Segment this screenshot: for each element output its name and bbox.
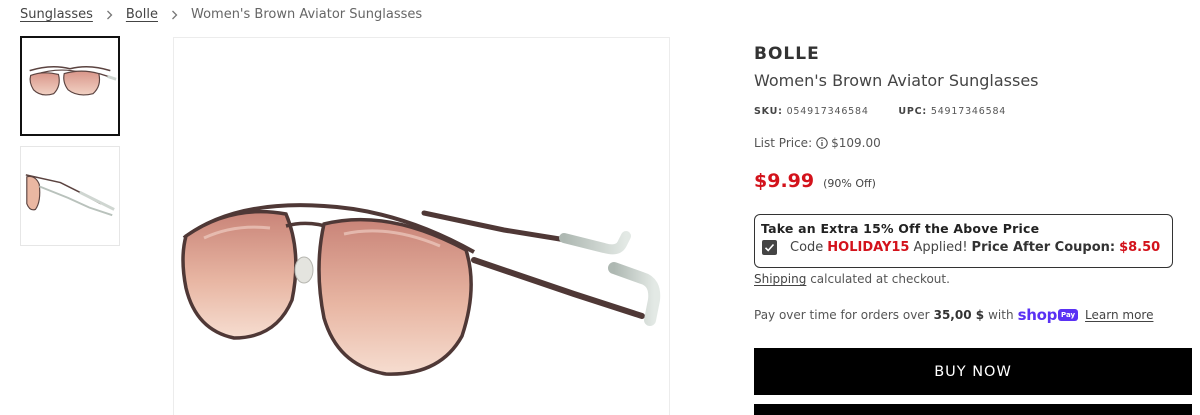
coupon-checkbox[interactable] [762, 240, 777, 255]
upc-label: UPC: [898, 106, 928, 117]
breadcrumb: Sunglasses Bolle Women's Brown Aviator S… [20, 7, 422, 22]
thumbnail-side[interactable] [20, 146, 120, 246]
learn-more-link[interactable]: Learn more [1085, 308, 1153, 322]
coupon-line: Code HOLIDAY15 Applied! Price After Coup… [761, 240, 1166, 255]
thumbnail-front[interactable] [20, 36, 120, 136]
brand-name[interactable]: BOLLE [754, 44, 820, 64]
coupon-title: Take an Extra 15% Off the Above Price [761, 221, 1040, 236]
list-price-label: List Price: [754, 136, 813, 150]
main-product-image[interactable] [173, 37, 670, 415]
shop-pay-wordmark: shop [1017, 306, 1058, 324]
installments-note: Pay over time for orders over 35,00 $ wi… [754, 306, 1153, 324]
installments-prefix: Pay over time for orders over [754, 308, 930, 322]
shop-pay-badge: Pay [1058, 309, 1079, 321]
product-title: Women's Brown Aviator Sunglasses [754, 71, 1039, 90]
buy-now-button[interactable]: BUY NOW [754, 348, 1192, 395]
sku-value: 054917346584 [786, 106, 869, 117]
price-after-coupon-label: Price After Coupon: [971, 240, 1116, 255]
list-price: List Price: $109.00 [754, 136, 881, 150]
coupon-box: Take an Extra 15% Off the Above Price Co… [754, 214, 1173, 268]
secondary-action-button[interactable] [754, 404, 1192, 415]
shipping-note: Shipping calculated at checkout. [754, 272, 950, 286]
checkmark-icon [764, 243, 775, 252]
chevron-right-icon [106, 10, 113, 20]
list-price-value: $109.00 [831, 136, 881, 150]
info-icon[interactable] [816, 137, 828, 149]
shop-pay-logo: shop Pay [1017, 306, 1079, 324]
sale-price: $9.99 [754, 170, 815, 192]
sale-price-row: $9.99 (90% Off) [754, 170, 876, 192]
upc-value: 54917346584 [930, 106, 1007, 117]
chevron-right-icon [171, 10, 178, 20]
breadcrumb-current: Women's Brown Aviator Sunglasses [190, 7, 423, 22]
discount-percent: (90% Off) [823, 177, 876, 190]
coupon-applied-text: Applied! [913, 240, 968, 255]
shipping-text: calculated at checkout. [810, 272, 950, 286]
installments-with: with [988, 308, 1014, 322]
shipping-link[interactable]: Shipping [754, 272, 806, 286]
sunglasses-front-image [29, 65, 117, 96]
sunglasses-side-image [25, 174, 115, 217]
breadcrumb-link-bolle[interactable]: Bolle [126, 7, 158, 22]
sku-label: SKU: [754, 106, 783, 117]
price-after-coupon: $8.50 [1119, 240, 1161, 255]
installments-threshold: 35,00 $ [933, 308, 985, 322]
product-codes: SKU: 054917346584 UPC: 54917346584 [754, 106, 1006, 117]
breadcrumb-link-sunglasses[interactable]: Sunglasses [20, 7, 93, 22]
coupon-code-prefix: Code [790, 240, 824, 255]
coupon-code: HOLIDAY15 [827, 240, 910, 255]
sunglasses-main-image [181, 203, 661, 376]
